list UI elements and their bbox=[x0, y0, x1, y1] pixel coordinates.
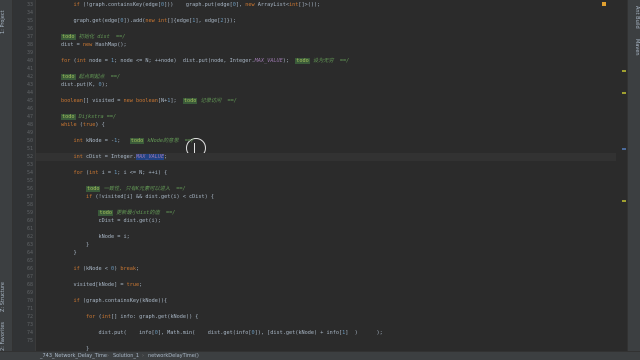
line-number: 60 bbox=[26, 218, 33, 224]
line-number: 39 bbox=[26, 50, 33, 56]
code-line[interactable]: dist.put( info[0], Math.min( dist.get(in… bbox=[36, 330, 382, 336]
code-line[interactable]: for (int node = 1; node <= N; ++node) di… bbox=[36, 58, 349, 64]
warning-mark[interactable] bbox=[622, 200, 626, 202]
line-number: 75 bbox=[26, 338, 33, 344]
line-number: 51 bbox=[26, 146, 33, 152]
line-number: 46 bbox=[26, 106, 33, 112]
line-number: 62 bbox=[26, 234, 33, 240]
code-line[interactable]: todo Dijkstra ==/ bbox=[36, 114, 116, 120]
code-line[interactable]: for (int[] info: graph.get(kNode)) { bbox=[36, 314, 198, 320]
line-number: 69 bbox=[26, 290, 33, 296]
line-number: 42 bbox=[26, 74, 33, 80]
warning-mark[interactable] bbox=[622, 70, 626, 72]
code-line[interactable]: todo 起点到起点 ==/ bbox=[36, 74, 120, 80]
line-number: 65 bbox=[26, 258, 33, 264]
line-number: 43 bbox=[26, 82, 33, 88]
code-line[interactable]: int cDist = Integer.MAX_VALUE; bbox=[36, 154, 167, 160]
line-number: 67 bbox=[26, 274, 33, 280]
code-line[interactable]: boolean[] visited = new boolean[N+1]; to… bbox=[36, 98, 237, 104]
favorites-tool-tab[interactable]: 2: Favorites bbox=[0, 320, 12, 352]
breadcrumb-separator: › bbox=[142, 353, 144, 359]
code-line[interactable]: dist = new HashMap(); bbox=[36, 42, 127, 48]
line-number: 61 bbox=[26, 226, 33, 232]
line-number: 49 bbox=[26, 130, 33, 136]
line-number: 33 bbox=[26, 2, 33, 8]
line-number: 52 bbox=[26, 154, 33, 160]
code-line[interactable]: if (!visited[i] && dist.get(i) < cDist) … bbox=[36, 194, 214, 200]
line-number: 59 bbox=[26, 210, 33, 216]
line-number: 72 bbox=[26, 314, 33, 320]
inspection-status-icon[interactable] bbox=[602, 2, 606, 6]
line-number: 37 bbox=[26, 34, 33, 40]
code-line[interactable]: int kNode = -1; todo kNode的意思 ==/ bbox=[36, 138, 194, 144]
error-stripe[interactable] bbox=[602, 0, 626, 352]
left-tool-strip: 1: Project Z: Structure 2: Favorites bbox=[0, 0, 13, 352]
code-line[interactable]: for (int i = 1; i <= N; ++i) { bbox=[36, 170, 167, 176]
line-number: 34 bbox=[26, 10, 33, 16]
line-number: 71 bbox=[26, 306, 33, 312]
code-line[interactable]: if (kNode < 0) break; bbox=[36, 266, 139, 272]
line-number: 36 bbox=[26, 26, 33, 32]
line-number: 64 bbox=[26, 250, 33, 256]
code-line[interactable]: todo 更新最小dist的值 ==/ bbox=[36, 210, 175, 216]
maven-tool-tab[interactable]: Maven bbox=[628, 36, 640, 58]
line-number: 38 bbox=[26, 42, 33, 48]
structure-tool-tab[interactable]: Z: Structure bbox=[0, 275, 12, 319]
code-line[interactable]: todo 初始化 dist ==/ bbox=[36, 34, 125, 40]
code-line[interactable]: if (graph.containsKey(kNode)){ bbox=[36, 298, 167, 304]
line-number: 55 bbox=[26, 178, 33, 184]
line-number: 45 bbox=[26, 98, 33, 104]
breadcrumb-method[interactable]: networkDelayTime() bbox=[148, 353, 199, 359]
usage-mark[interactable] bbox=[622, 148, 626, 150]
code-line[interactable]: todo 一致性, 只有K元素可以进入 ==/ bbox=[36, 186, 186, 192]
code-line[interactable]: cDist = dist.get(i); bbox=[36, 218, 160, 224]
code-line[interactable]: visited[kNode] = true; bbox=[36, 282, 142, 288]
line-number: 50 bbox=[26, 138, 33, 144]
line-number: 66 bbox=[26, 266, 33, 272]
line-number: 48 bbox=[26, 122, 33, 128]
line-number: 44 bbox=[26, 90, 33, 96]
code-line[interactable]: while (true) { bbox=[36, 122, 105, 128]
line-number: 63 bbox=[26, 242, 33, 248]
code-line[interactable]: } bbox=[36, 242, 89, 248]
line-number: 57 bbox=[26, 194, 33, 200]
breadcrumb-class[interactable]: Solution_1 bbox=[113, 353, 139, 359]
line-number: 56 bbox=[26, 186, 33, 192]
breadcrumb: _743_Network_Delay_Time › Solution_1 › n… bbox=[0, 351, 640, 360]
line-number: 35 bbox=[26, 18, 33, 24]
line-number: 58 bbox=[26, 202, 33, 208]
line-number: 70 bbox=[26, 298, 33, 304]
code-line[interactable]: dist.put(K, 0); bbox=[36, 82, 108, 88]
right-tool-strip: Ant Build Maven bbox=[627, 0, 640, 352]
breadcrumb-separator: › bbox=[107, 353, 109, 359]
code-line[interactable]: kNode = i; bbox=[36, 234, 129, 240]
ant-build-tool-tab[interactable]: Ant Build bbox=[628, 2, 640, 32]
warning-mark[interactable] bbox=[622, 92, 626, 94]
line-number: 53 bbox=[26, 162, 33, 168]
line-number: 73 bbox=[26, 322, 33, 328]
line-number: 54 bbox=[26, 170, 33, 176]
code-line[interactable]: } bbox=[36, 250, 76, 256]
code-line[interactable]: graph.get(edge[0]).add(new int[]{edge[1]… bbox=[36, 18, 235, 24]
line-number: 40 bbox=[26, 58, 33, 64]
code-line[interactable]: if (!graph.containsKey(edge[0])) graph.p… bbox=[36, 2, 320, 8]
project-tool-tab[interactable]: 1: Project bbox=[0, 2, 12, 42]
breadcrumb-file[interactable]: _743_Network_Delay_Time bbox=[40, 353, 107, 359]
code-line[interactable]: } bbox=[36, 346, 89, 352]
line-number: 47 bbox=[26, 114, 33, 120]
line-number: 68 bbox=[26, 282, 33, 288]
line-number: 41 bbox=[26, 66, 33, 72]
line-number: 74 bbox=[26, 330, 33, 336]
